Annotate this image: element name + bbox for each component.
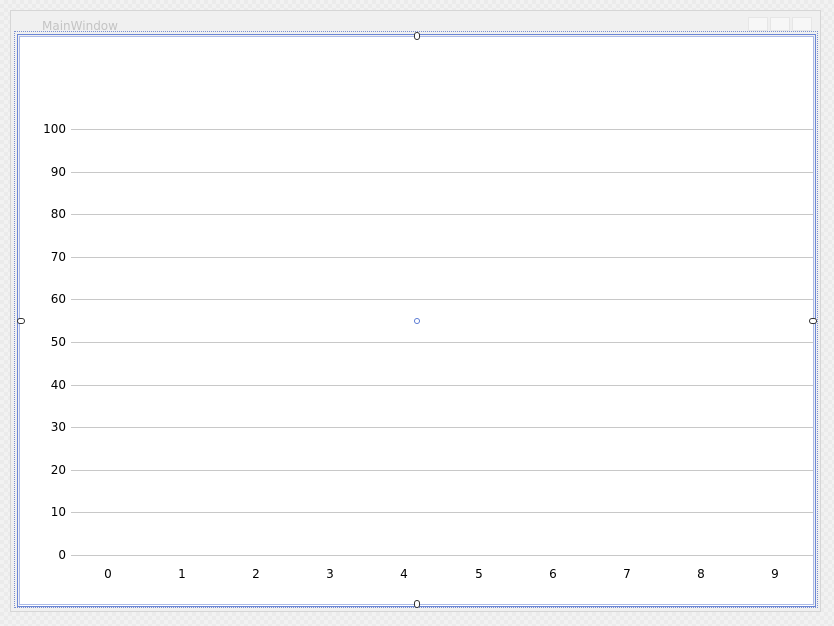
right-anchor-handle[interactable] [809, 318, 817, 324]
gridline-20 [71, 470, 813, 471]
close-button[interactable] [792, 17, 812, 31]
maximize-button[interactable] [770, 17, 790, 31]
gridline-10 [71, 512, 813, 513]
x-tick-label: 1 [178, 567, 186, 581]
x-tick-label: 3 [326, 567, 334, 581]
y-tick-label: 40 [50, 378, 66, 392]
x-tick-label: 7 [623, 567, 631, 581]
x-tick-label: 8 [697, 567, 705, 581]
y-tick-label: 10 [50, 505, 66, 519]
y-tick-label: 70 [50, 250, 66, 264]
gridline-40 [71, 385, 813, 386]
gridline-90 [71, 172, 813, 173]
x-tick-label: 9 [771, 567, 779, 581]
gridline-60 [71, 299, 813, 300]
gridline-80 [71, 214, 813, 215]
y-tick-label: 20 [50, 463, 66, 477]
y-tick-label: 50 [50, 335, 66, 349]
x-tick-label: 6 [549, 567, 557, 581]
y-tick-label: 90 [50, 165, 66, 179]
y-tick-label: 0 [58, 548, 66, 562]
gridline-100 [71, 129, 813, 130]
caption-buttons [748, 17, 812, 31]
x-tick-label: 2 [252, 567, 260, 581]
bottom-anchor-handle[interactable] [414, 600, 420, 608]
x-tick-label: 4 [400, 567, 408, 581]
left-anchor-handle[interactable] [17, 318, 25, 324]
x-tick-label: 0 [104, 567, 112, 581]
y-tick-label: 100 [43, 122, 66, 136]
top-anchor-handle[interactable] [414, 32, 420, 40]
gridline-30 [71, 427, 813, 428]
center-handle[interactable] [414, 318, 420, 324]
x-tick-label: 5 [475, 567, 483, 581]
gridline-70 [71, 257, 813, 258]
y-tick-label: 30 [50, 420, 66, 434]
y-tick-label: 80 [50, 207, 66, 221]
gridline-0 [71, 555, 813, 556]
minimize-button[interactable] [748, 17, 768, 31]
gridline-50 [71, 342, 813, 343]
y-tick-label: 60 [50, 292, 66, 306]
